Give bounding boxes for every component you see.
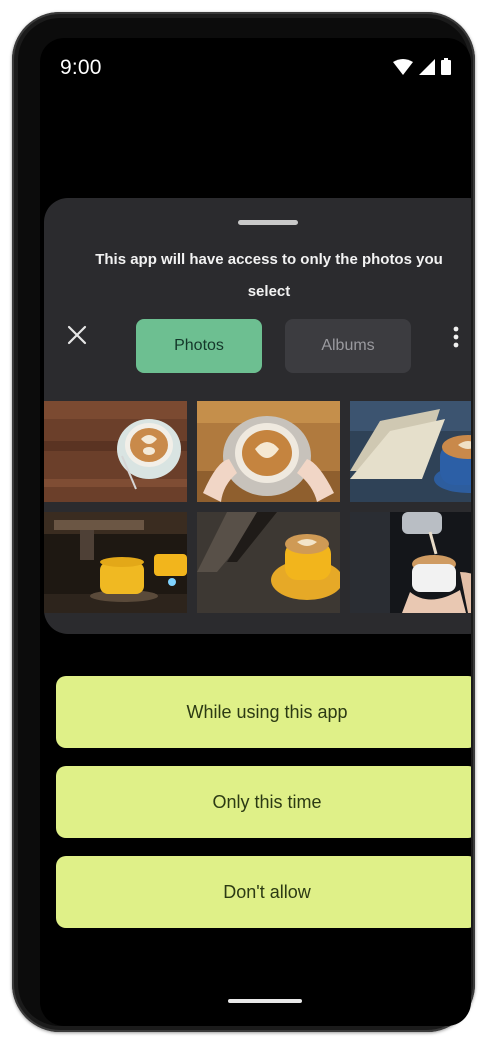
status-bar: 9:00 <box>40 38 471 96</box>
status-icons <box>393 58 451 75</box>
close-icon <box>67 325 87 345</box>
status-time: 9:00 <box>60 56 102 79</box>
photo-thumbnail[interactable] <box>350 512 471 613</box>
espresso-machine-image <box>44 512 187 613</box>
photo-thumbnail[interactable] <box>44 401 187 502</box>
wifi-icon <box>393 59 413 75</box>
while-using-app-button[interactable]: While using this app <box>56 676 471 748</box>
latte-art-image <box>44 401 187 502</box>
gesture-nav-handle[interactable] <box>228 999 302 1003</box>
more-vertical-icon <box>453 326 459 348</box>
photo-thumbnail[interactable] <box>197 512 340 613</box>
barista-pouring-image <box>350 512 471 613</box>
more-options-button[interactable] <box>444 322 468 352</box>
screen: 9:00 This app will have access to only t… <box>40 38 471 1026</box>
photo-picker-sheet: This app will have access to only the ph… <box>44 198 471 634</box>
tab-albums[interactable]: Albums <box>285 319 411 373</box>
tab-photos[interactable]: Photos <box>136 319 262 373</box>
photo-thumbnail[interactable] <box>197 401 340 502</box>
dont-allow-button[interactable]: Don't allow <box>56 856 471 928</box>
sheet-title: This app will have access to only the ph… <box>95 251 443 300</box>
cellular-signal-icon <box>419 59 435 75</box>
phone-frame: 9:00 This app will have access to only t… <box>12 12 475 1032</box>
photo-thumbnail[interactable] <box>350 401 471 502</box>
latte-art-image <box>197 512 340 613</box>
drag-handle[interactable] <box>238 220 298 225</box>
photo-thumbnail[interactable] <box>44 512 187 613</box>
battery-icon <box>441 58 451 75</box>
only-this-time-button[interactable]: Only this time <box>56 766 471 838</box>
latte-art-image <box>350 401 471 502</box>
latte-art-image <box>197 401 340 502</box>
close-button[interactable] <box>64 322 90 348</box>
